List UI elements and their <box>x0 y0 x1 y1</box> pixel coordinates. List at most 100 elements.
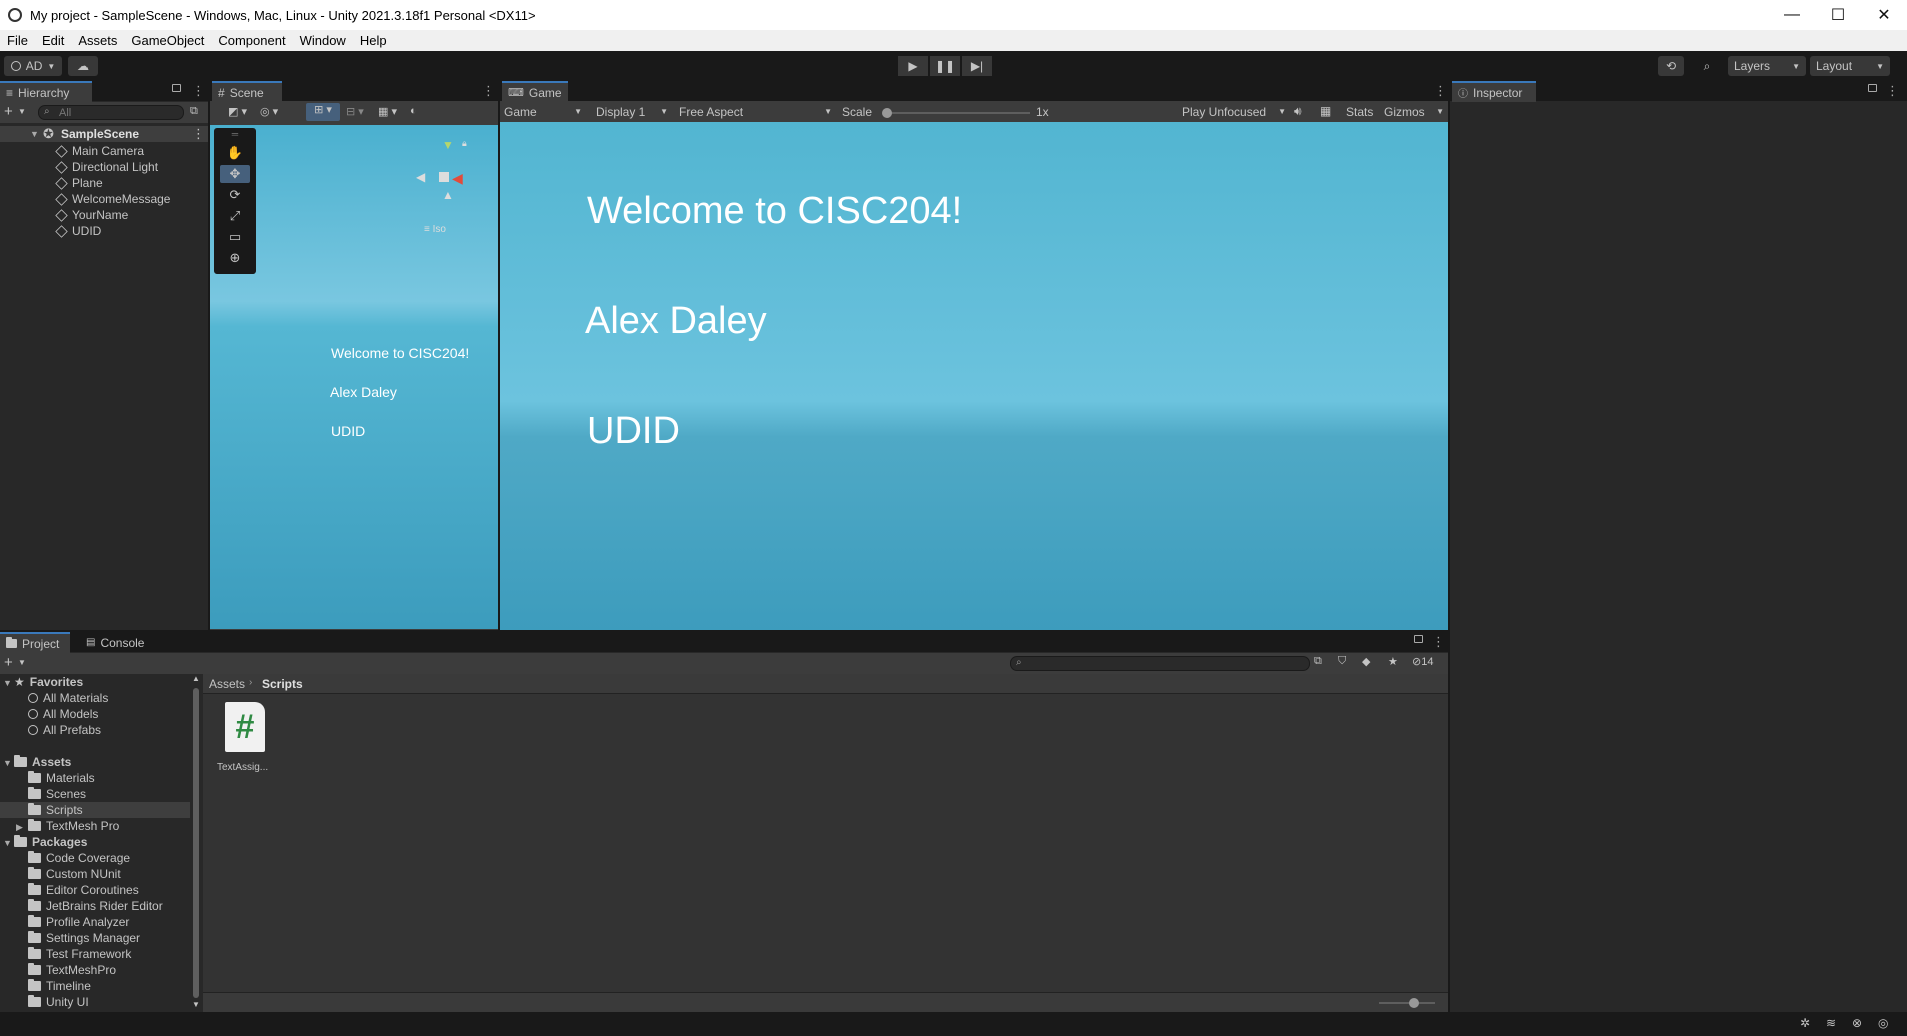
tree-item[interactable]: All Prefabs <box>28 722 101 738</box>
debug-icon[interactable]: ✲ <box>1800 1016 1810 1030</box>
search-by-type-icon[interactable]: ⧉ <box>1314 655 1322 668</box>
hand-tool-icon[interactable]: ✋ <box>220 144 250 162</box>
gizmos-dropdown[interactable]: Gizmos ▼ <box>1382 104 1448 121</box>
grid-snap-toggle[interactable]: ⊞ ▾ <box>306 103 340 121</box>
label-icon[interactable]: ◆ <box>1362 655 1370 668</box>
hierarchy-item[interactable]: WelcomeMessage <box>55 191 170 207</box>
minimize-button[interactable]: — <box>1769 0 1815 30</box>
tree-item[interactable]: Timeline <box>28 978 91 994</box>
lock-icon[interactable] <box>1868 84 1877 92</box>
tree-item[interactable]: Custom NUnit <box>28 866 121 882</box>
step-button[interactable]: ▶| <box>962 56 992 76</box>
expand-arrow-icon[interactable]: ▼ <box>30 129 39 139</box>
tab-project[interactable]: Project <box>0 632 70 653</box>
menu-window[interactable]: Window <box>293 33 353 48</box>
tree-item[interactable]: TextMesh Pro <box>28 818 119 834</box>
scroll-up-icon[interactable]: ▲ <box>192 674 200 683</box>
tree-item[interactable]: Unity UI <box>28 994 89 1010</box>
progress-check-icon[interactable]: ◎ <box>1878 1016 1888 1030</box>
maximize-button[interactable]: ☐ <box>1815 0 1861 30</box>
move-tool-icon[interactable]: ✥ <box>220 165 250 183</box>
tab-inspector[interactable]: ⓘ Inspector <box>1452 81 1536 102</box>
tree-item[interactable]: Materials <box>28 770 95 786</box>
transform-tool-icon[interactable]: ⊕ <box>220 249 250 267</box>
menu-file[interactable]: File <box>0 33 35 48</box>
hierarchy-item[interactable]: YourName <box>55 207 128 223</box>
tab-console[interactable]: ▤ Console <box>80 632 156 653</box>
tree-item[interactable]: TextMeshPro <box>28 962 116 978</box>
hierarchy-item[interactable]: UDID <box>55 223 101 239</box>
scroll-down-icon[interactable]: ▼ <box>192 1000 200 1009</box>
tree-item[interactable]: All Models <box>28 706 98 722</box>
expand-arrow-icon[interactable]: ▼ <box>3 758 12 768</box>
assets-header[interactable]: Assets <box>14 754 71 770</box>
draw-mode-icon[interactable]: ◩ ▾ <box>228 105 247 118</box>
pause-button[interactable]: ❚❚ <box>930 56 960 76</box>
lock-icon[interactable]: 🔒︎ <box>462 138 467 149</box>
favorites-header[interactable]: ★ Favorites <box>14 674 83 690</box>
chevron-down-icon[interactable]: ▼ <box>18 107 26 116</box>
scrollbar-thumb[interactable] <box>193 688 199 998</box>
chevron-down-icon[interactable]: ▼ <box>18 658 26 667</box>
tree-item[interactable]: Test Framework <box>28 946 131 962</box>
hierarchy-item[interactable]: Directional Light <box>55 159 158 175</box>
close-button[interactable]: ✕ <box>1861 0 1907 30</box>
auto-generate-lighting-icon[interactable]: ⊗ <box>1852 1016 1862 1030</box>
menu-gameobject[interactable]: GameObject <box>124 33 211 48</box>
scene-row[interactable]: ▼ ✪ SampleScene ⋮ <box>0 126 208 142</box>
breadcrumb-scripts[interactable]: Scripts <box>262 677 303 691</box>
collapse-arrow-icon[interactable]: ▶ <box>16 822 23 833</box>
add-icon[interactable]: + <box>4 654 13 671</box>
tree-item[interactable]: Settings Manager <box>28 930 140 946</box>
lock-icon[interactable] <box>1414 635 1423 643</box>
tree-item[interactable]: Editor Coroutines <box>28 882 139 898</box>
expand-arrow-icon[interactable]: ▼ <box>3 838 12 848</box>
x-axis-arrow-icon[interactable]: ◀ <box>452 170 463 187</box>
scene-gizmo[interactable]: ▼ ◀ ◀ ▲ 🔒︎ ≡ Iso <box>412 138 472 235</box>
stats-button[interactable]: Stats <box>1346 105 1373 119</box>
z-axis-arrow-icon[interactable]: ◀ <box>416 170 425 184</box>
icon-size-slider-handle[interactable] <box>1409 998 1419 1008</box>
tree-item-selected[interactable]: Scripts <box>28 802 83 818</box>
menu-help[interactable]: Help <box>353 33 394 48</box>
tree-item[interactable]: All Materials <box>28 690 108 706</box>
tree-item[interactable]: Scenes <box>28 786 86 802</box>
packages-header[interactable]: Packages <box>14 834 87 850</box>
cache-server-icon[interactable]: ≋ <box>1826 1016 1836 1030</box>
tree-item[interactable]: Profile Analyzer <box>28 914 129 930</box>
tab-game[interactable]: ⌨ Game <box>502 81 568 102</box>
scene-visibility-icon[interactable]: ⧉ <box>190 105 198 118</box>
view-options-icon[interactable]: ▦ ▾ <box>378 105 397 118</box>
hidden-packages-toggle[interactable]: ⊘14 <box>1412 655 1433 668</box>
favorite-star-icon[interactable]: ★ <box>1388 655 1398 668</box>
y-axis-arrow-icon[interactable]: ▼ <box>442 138 454 152</box>
hierarchy-item[interactable]: Plane <box>55 175 103 191</box>
display-dropdown[interactable]: Display 1 ▼ <box>594 104 672 121</box>
add-icon[interactable]: + <box>4 103 13 120</box>
tree-item[interactable]: Code Coverage <box>28 850 130 866</box>
more-options-icon[interactable]: ⋮ <box>192 83 205 99</box>
filter-icon[interactable]: ⛉ <box>1338 655 1346 668</box>
play-button[interactable]: ▶ <box>898 56 928 76</box>
expand-arrow-icon[interactable]: ▼ <box>3 678 12 688</box>
game-mode-dropdown[interactable]: Game ▼ <box>502 104 586 121</box>
scale-slider-handle[interactable] <box>882 108 892 118</box>
menu-edit[interactable]: Edit <box>35 33 71 48</box>
more-options-icon[interactable]: ⋮ <box>482 83 495 99</box>
render-icon[interactable]: ◐ <box>410 105 417 117</box>
stats-grid-icon[interactable]: ▦ <box>1320 104 1331 118</box>
shading-icon[interactable]: ◎ ▾ <box>260 105 278 118</box>
breadcrumb-assets[interactable]: Assets <box>209 677 245 691</box>
menu-assets[interactable]: Assets <box>71 33 124 48</box>
layers-dropdown[interactable]: Layers ▼ <box>1728 56 1806 76</box>
undo-history-button[interactable]: ⟲ <box>1658 56 1684 76</box>
hierarchy-search-input[interactable]: ⌕ All <box>38 105 184 120</box>
hierarchy-item[interactable]: Main Camera <box>55 143 144 159</box>
more-options-icon[interactable]: ⋮ <box>1886 83 1899 99</box>
asset-file[interactable]: # TextAssig... <box>217 702 273 778</box>
rotate-tool-icon[interactable]: ⟳ <box>220 186 250 204</box>
search-button[interactable]: ⌕ <box>1694 56 1720 76</box>
scale-tool-icon[interactable]: ⤢ <box>220 207 250 225</box>
account-dropdown[interactable]: AD ▼ <box>4 56 62 76</box>
play-mode-dropdown[interactable]: Play Unfocused ▼ <box>1180 104 1288 121</box>
